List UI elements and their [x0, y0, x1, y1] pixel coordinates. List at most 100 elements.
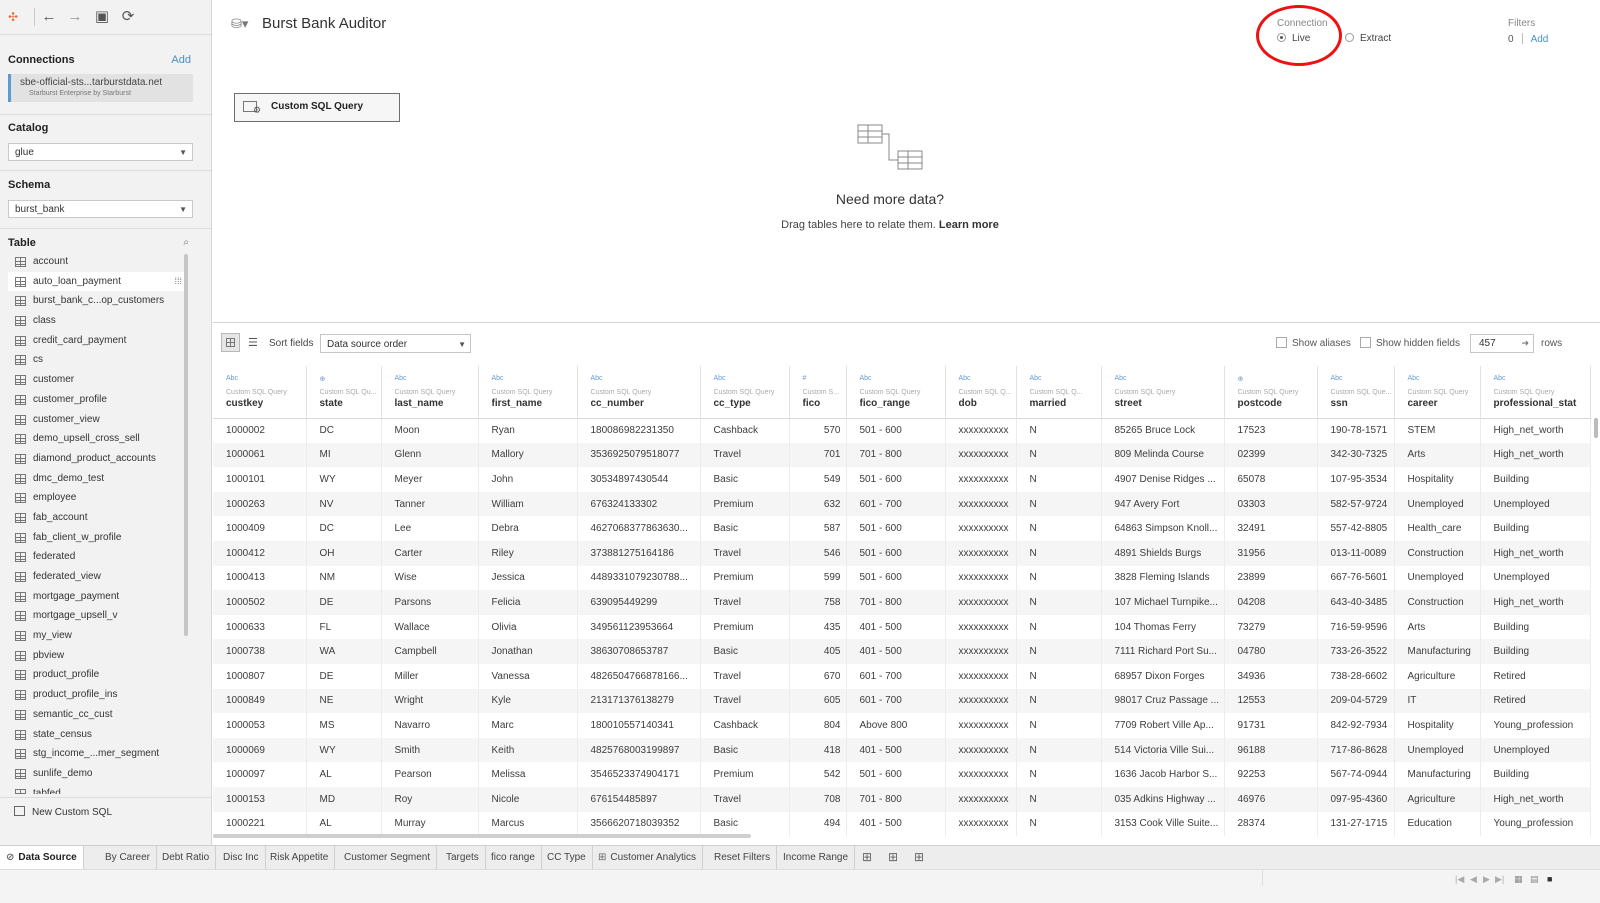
column-header[interactable]: Abc Custom SQL Query professional_stat [1480, 366, 1591, 419]
table-list-item[interactable]: my_view [8, 626, 184, 646]
sheet-tab[interactable]: Disc Inc [217, 846, 266, 869]
extract-radio[interactable]: Extract [1345, 33, 1391, 44]
table-list-item[interactable]: stg_income_...mer_segment [8, 744, 184, 764]
table-list-item[interactable]: cs [8, 350, 184, 370]
new-custom-sql-link[interactable]: New Custom SQL [14, 806, 112, 818]
column-header[interactable]: Abc Custom SQL Query first_name [478, 366, 578, 419]
field-type-icon[interactable]: ⊕ [320, 375, 381, 385]
table-list-item[interactable]: product_profile [8, 665, 184, 685]
field-type-icon[interactable]: Abc [1115, 375, 1224, 385]
table-list-item[interactable]: auto_loan_payment ⁞⁞⁞ [8, 271, 184, 292]
sheet-tab[interactable]: CC Type [541, 846, 593, 869]
grid-view-button[interactable] [221, 333, 240, 352]
column-header[interactable]: Abc Custom SQL Q... married [1016, 366, 1102, 419]
show-sheets-icon[interactable]: ▦ [1514, 874, 1523, 885]
sort-fields-dropdown[interactable]: Data source order ▼ [320, 334, 471, 353]
horizontal-scrollbar[interactable] [213, 834, 751, 838]
sheet-tab[interactable]: ⊞ Customer Analytics [592, 846, 703, 869]
sheet-tab[interactable]: Debt Ratio [156, 846, 217, 869]
column-header[interactable]: ⊕ Custom SQL Qu... state [306, 366, 382, 419]
table-list-item[interactable]: pbview [8, 646, 184, 666]
field-type-icon[interactable]: Abc [860, 375, 945, 385]
table-list-item[interactable]: semantic_cc_cust [8, 705, 184, 725]
tabs-view-icon[interactable]: ■ [1547, 874, 1552, 884]
field-type-icon[interactable]: Abc [959, 375, 1016, 385]
field-type-icon[interactable]: Abc [1331, 375, 1394, 385]
schema-dropdown[interactable]: burst_bank ▼ [8, 200, 193, 218]
table-list-item[interactable]: class [8, 311, 184, 331]
column-header[interactable]: Abc Custom SQL Query custkey [213, 366, 307, 419]
column-header[interactable]: Abc Custom SQL Query street [1101, 366, 1225, 419]
column-header[interactable]: Abc Custom SQL Q... dob [945, 366, 1017, 419]
arrow-right-icon[interactable]: ➜ [1521, 338, 1529, 349]
column-header[interactable]: # Custom S... fico [789, 366, 847, 419]
relationship-canvas[interactable]: ⚙ Custom SQL Query Need more data? Drag … [213, 60, 1600, 322]
field-type-icon[interactable]: Abc [492, 375, 577, 385]
table-list-item[interactable]: mortgage_upsell_v [8, 606, 184, 626]
field-type-icon[interactable]: Abc [1408, 375, 1480, 385]
new-story-icon[interactable]: ⊞ [914, 850, 924, 864]
learn-more-link[interactable]: Learn more [939, 219, 999, 231]
column-header[interactable]: Abc Custom SQL Query cc_type [700, 366, 790, 419]
sheet-tab[interactable]: ⊘ Data Source [0, 846, 84, 869]
next-page-icon[interactable]: ▶ [1483, 874, 1490, 885]
tableau-logo-icon[interactable]: ✣ [4, 8, 22, 26]
first-page-icon[interactable]: |◀ [1455, 874, 1464, 885]
table-list-item[interactable]: account [8, 252, 184, 272]
field-type-icon[interactable]: Abc [1494, 375, 1590, 385]
show-aliases-checkbox[interactable]: Show aliases [1276, 337, 1351, 349]
new-dashboard-icon[interactable]: ⊞ [888, 850, 898, 864]
canvas-divider[interactable] [213, 322, 1600, 323]
table-list-item[interactable]: burst_bank_c...op_customers [8, 291, 184, 311]
refresh-icon[interactable]: ⟳ [119, 8, 137, 26]
vertical-scrollbar[interactable] [1594, 418, 1598, 438]
sheet-tab[interactable]: Targets [440, 846, 486, 869]
prev-page-icon[interactable]: ◀ [1470, 874, 1477, 885]
add-connection-link[interactable]: Add [171, 54, 191, 66]
catalog-dropdown[interactable]: glue ▼ [8, 143, 193, 161]
search-icon[interactable]: ⌕ [183, 237, 189, 248]
rows-input[interactable]: 457 ➜ [1470, 334, 1534, 353]
custom-sql-query-card[interactable]: ⚙ Custom SQL Query [234, 93, 400, 122]
list-view-icon[interactable]: ☰ [248, 336, 258, 349]
table-list-item[interactable]: customer_profile [8, 390, 184, 410]
grid-handle-icon[interactable]: ⁞⁞⁞ [174, 272, 182, 292]
forward-arrow-icon[interactable]: → [66, 8, 84, 26]
save-icon[interactable]: ▣ [93, 8, 111, 26]
table-list-item[interactable]: employee [8, 488, 184, 508]
last-page-icon[interactable]: ▶| [1495, 874, 1504, 885]
table-list-item[interactable]: sunlife_demo [8, 764, 184, 784]
sheet-tab[interactable]: Risk Appetite [264, 846, 336, 869]
sheet-tab[interactable]: Reset Filters [708, 846, 778, 869]
column-header[interactable]: Abc Custom SQL Query cc_number [577, 366, 701, 419]
table-list-item[interactable]: product_profile_ins [8, 685, 184, 705]
add-filter-link[interactable]: Add [1531, 34, 1549, 45]
new-worksheet-icon[interactable]: ⊞ [862, 850, 872, 864]
column-header[interactable]: Abc Custom SQL Que... ssn [1317, 366, 1395, 419]
table-list-item[interactable]: federated [8, 547, 184, 567]
connection-item[interactable]: sbe-official-sts...tarburstdata.net Star… [8, 74, 193, 102]
sheet-tab[interactable]: By Career [99, 846, 158, 869]
field-type-icon[interactable]: Abc [1030, 375, 1101, 385]
field-type-icon[interactable]: # [803, 375, 846, 385]
data-source-title[interactable]: Burst Bank Auditor [262, 15, 386, 32]
field-type-icon[interactable]: Abc [714, 375, 789, 385]
table-list-item[interactable]: fab_account [8, 508, 184, 528]
table-list-item[interactable]: fab_client_w_profile [8, 528, 184, 548]
table-list-item[interactable]: credit_card_payment [8, 331, 184, 351]
field-type-icon[interactable]: Abc [591, 375, 700, 385]
column-header[interactable]: Abc Custom SQL Query career [1394, 366, 1481, 419]
field-type-icon[interactable]: Abc [226, 375, 306, 385]
sheet-tab[interactable]: Income Range [777, 846, 856, 869]
back-arrow-icon[interactable]: ← [40, 8, 58, 26]
database-icon[interactable]: ⛁▾ [231, 16, 248, 32]
table-list-scrollbar[interactable] [184, 254, 188, 636]
table-list-item[interactable]: dmc_demo_test [8, 469, 184, 489]
table-list-item[interactable]: tabfed [8, 784, 184, 794]
filmstrip-icon[interactable]: ▤ [1530, 874, 1539, 885]
sheet-tab[interactable]: Customer Segment [338, 846, 438, 869]
table-list-item[interactable]: mortgage_payment [8, 587, 184, 607]
table-list-item[interactable]: customer_view [8, 410, 184, 430]
table-list-item[interactable]: state_census [8, 725, 184, 745]
table-list-item[interactable]: customer [8, 370, 184, 390]
